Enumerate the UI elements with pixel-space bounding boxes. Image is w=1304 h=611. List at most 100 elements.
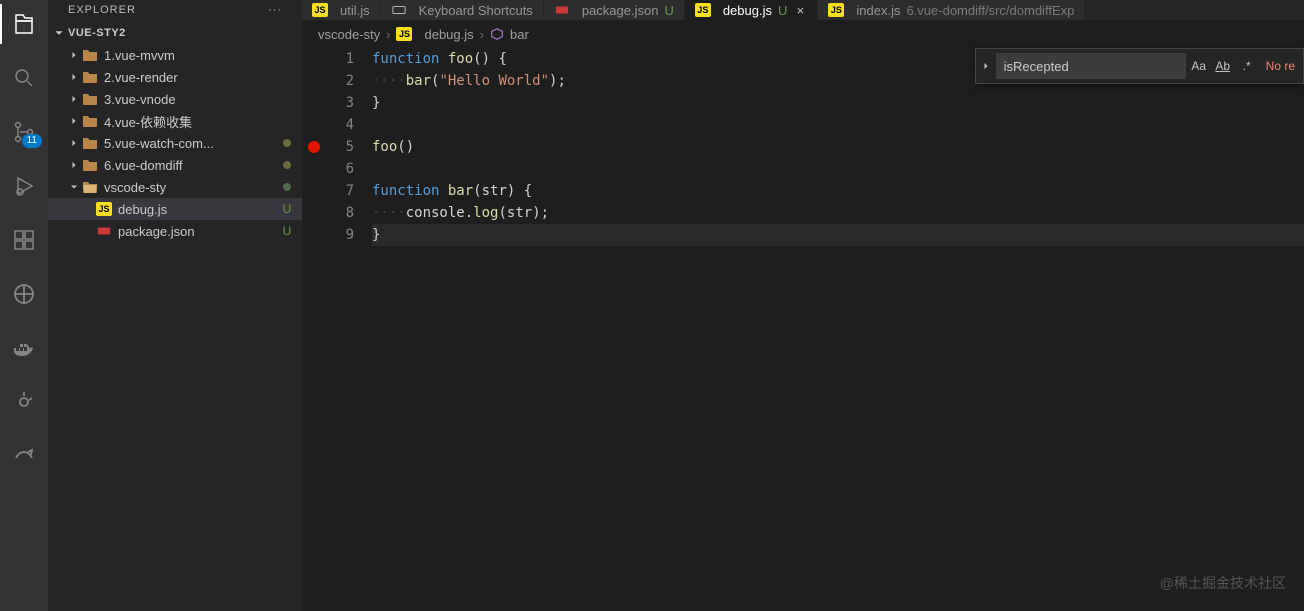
js-icon: JS <box>96 202 112 216</box>
tree-label: debug.js <box>118 202 280 217</box>
folder-item[interactable]: 2.vue-render <box>48 66 302 88</box>
modified-dot-icon <box>280 136 294 150</box>
symbol-icon <box>490 27 504 41</box>
match-word-icon[interactable]: Ab <box>1212 55 1234 77</box>
chevron-right-icon[interactable] <box>66 49 82 61</box>
json-icon <box>554 3 570 17</box>
sidebar-title: EXPLORER··· <box>48 0 302 22</box>
editor-tab[interactable]: Keyboard Shortcuts <box>381 0 544 20</box>
close-icon[interactable]: × <box>793 3 807 18</box>
chevron-right-icon[interactable] <box>66 159 82 171</box>
modified-badge: U <box>664 3 673 18</box>
folder-item[interactable]: 4.vue-依赖收集 <box>48 110 302 132</box>
line-number[interactable]: 1 <box>302 48 354 70</box>
tree-label: 4.vue-依赖收集 <box>104 112 294 131</box>
gitlens-icon[interactable] <box>0 382 48 422</box>
editor-tab[interactable]: JSindex.js 6.vue-domdiff/src/domdiffExp <box>818 0 1085 20</box>
tree-label: 1.vue-mvvm <box>104 48 294 63</box>
share-icon[interactable] <box>0 436 48 476</box>
sidebar-root-header[interactable]: VUE-STY2 <box>48 22 302 44</box>
source-control-icon[interactable]: 11 <box>0 112 48 152</box>
tab-label: util.js <box>340 3 370 18</box>
line-number[interactable]: 2 <box>302 70 354 92</box>
file-item[interactable]: JS debug.jsU <box>48 198 302 220</box>
js-icon: JS <box>312 3 328 17</box>
json-icon <box>96 224 112 238</box>
code-content[interactable]: function foo() {····bar("Hello World");}… <box>372 48 1304 611</box>
folder-item[interactable]: 6.vue-domdiff <box>48 154 302 176</box>
breadcrumbs[interactable]: vscode-sty › JS debug.js › bar <box>302 20 1304 48</box>
code-line[interactable]: foo() <box>372 136 1304 158</box>
line-number[interactable]: 8 <box>302 202 354 224</box>
js-icon: JS <box>695 3 711 17</box>
code-line[interactable] <box>372 114 1304 136</box>
untracked-badge: U <box>280 202 294 216</box>
find-input[interactable] <box>996 53 1186 79</box>
scm-badge: 11 <box>22 134 42 148</box>
code-line[interactable]: } <box>372 92 1304 114</box>
folder-item[interactable]: 1.vue-mvvm <box>48 44 302 66</box>
chevron-down-icon[interactable] <box>66 181 82 193</box>
tree-label: package.json <box>118 224 280 239</box>
explorer-sidebar: EXPLORER··· VUE-STY2 1.vue-mvvm 2.vue-ren… <box>48 0 302 611</box>
tab-label: index.js <box>856 3 900 18</box>
tree-label: 6.vue-domdiff <box>104 158 280 173</box>
chevron-right-icon[interactable] <box>66 115 82 127</box>
code-line[interactable]: ····console.log(str); <box>372 202 1304 224</box>
tree-label: 2.vue-render <box>104 70 294 85</box>
code-line[interactable]: function bar(str) { <box>372 180 1304 202</box>
find-status: No re <box>1258 59 1303 73</box>
modified-badge: U <box>778 3 787 18</box>
match-case-icon[interactable]: Aa <box>1188 55 1210 77</box>
run-debug-icon[interactable] <box>0 166 48 206</box>
file-tree: 1.vue-mvvm 2.vue-render 3.vue-vnode 4.vue-依… <box>48 44 302 611</box>
breadcrumb-seg[interactable]: debug.js <box>424 27 473 42</box>
chevron-right-icon: › <box>386 27 390 42</box>
modified-dot-icon <box>280 180 294 194</box>
tab-label: Keyboard Shortcuts <box>419 3 533 18</box>
folder-item[interactable]: vscode-sty <box>48 176 302 198</box>
editor-tab[interactable]: JSdebug.js U × <box>685 0 819 20</box>
keyboard-icon <box>391 3 407 17</box>
gutter[interactable]: 123456789 <box>302 48 372 611</box>
activity-bar: 11 <box>0 0 48 611</box>
code-line[interactable] <box>372 158 1304 180</box>
js-icon: JS <box>396 27 412 41</box>
tree-label: 5.vue-watch-com... <box>104 136 280 151</box>
watermark: @稀土掘金技术社区 <box>1160 573 1286 593</box>
breakpoint-icon[interactable] <box>308 141 320 153</box>
editor-tab[interactable]: package.json U <box>544 0 685 20</box>
breadcrumb-seg[interactable]: vscode-sty <box>318 27 380 42</box>
explorer-icon[interactable] <box>0 4 48 44</box>
untracked-badge: U <box>280 224 294 238</box>
tree-label: vscode-sty <box>104 180 280 195</box>
regex-icon[interactable]: .* <box>1236 55 1258 77</box>
code-line[interactable]: } <box>372 224 1304 246</box>
chevron-right-icon[interactable] <box>66 71 82 83</box>
line-number[interactable]: 9 <box>302 224 354 246</box>
chevron-right-icon[interactable] <box>66 93 82 105</box>
line-number[interactable]: 7 <box>302 180 354 202</box>
docker-icon[interactable] <box>0 328 48 368</box>
folder-item[interactable]: 5.vue-watch-com... <box>48 132 302 154</box>
editor-tab[interactable]: JS util.js <box>302 0 381 20</box>
line-number[interactable]: 4 <box>302 114 354 136</box>
remote-icon[interactable] <box>0 274 48 314</box>
file-item[interactable]: package.jsonU <box>48 220 302 242</box>
find-expand-icon[interactable] <box>976 60 996 72</box>
chevron-right-icon[interactable] <box>66 137 82 149</box>
modified-dot-icon <box>280 158 294 172</box>
extensions-icon[interactable] <box>0 220 48 260</box>
tab-bar: JS util.js Keyboard Shortcuts package.json … <box>302 0 1304 20</box>
editor[interactable]: 123456789 function foo() {····bar("Hello… <box>302 48 1304 611</box>
editor-area: JS util.js Keyboard Shortcuts package.json … <box>302 0 1304 611</box>
tab-label: package.json <box>582 3 659 18</box>
line-number[interactable]: 6 <box>302 158 354 180</box>
search-icon[interactable] <box>0 58 48 98</box>
tree-label: 3.vue-vnode <box>104 92 294 107</box>
folder-item[interactable]: 3.vue-vnode <box>48 88 302 110</box>
breadcrumb-seg[interactable]: bar <box>510 27 529 42</box>
line-number[interactable]: 3 <box>302 92 354 114</box>
find-widget: Aa Ab .* No re <box>975 48 1304 84</box>
chevron-right-icon: › <box>480 27 484 42</box>
